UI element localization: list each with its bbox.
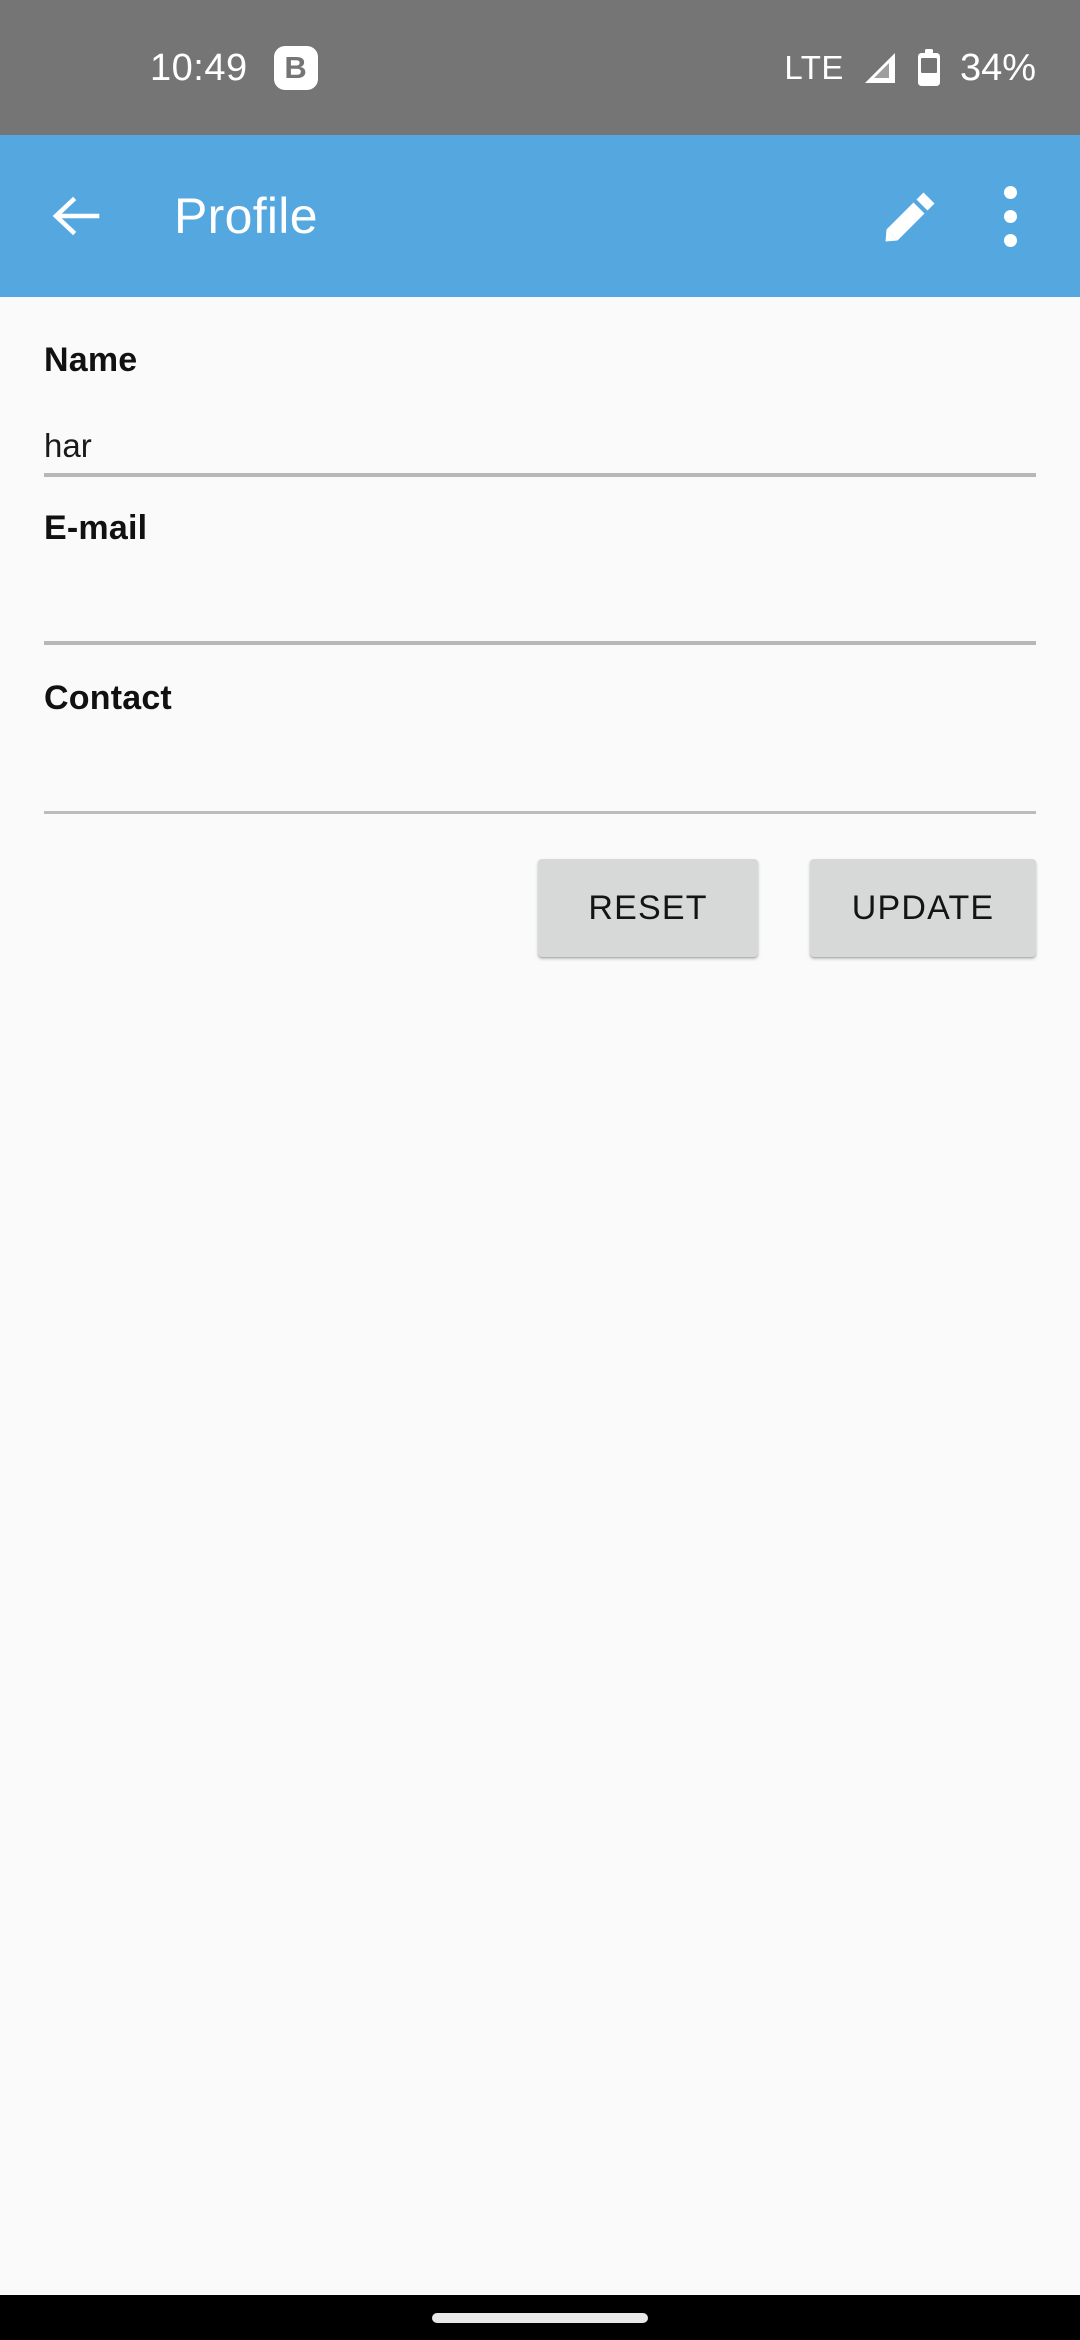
profile-form: Name E-mail Contact RESET <box>0 297 1080 2295</box>
spacer-email-contact <box>44 645 1036 681</box>
reset-button[interactable]: RESET <box>538 859 758 957</box>
field-contact-value-wrap[interactable] <box>44 715 1036 811</box>
field-name-underline <box>44 473 1036 477</box>
network-type-label: LTE <box>784 49 844 86</box>
field-contact-label: Contact <box>44 679 172 717</box>
field-email: E-mail <box>44 511 1036 645</box>
pencil-icon <box>880 186 940 246</box>
gesture-home-pill[interactable] <box>432 2312 648 2323</box>
status-bar-left: 10:49 B <box>150 45 318 90</box>
app-bar-actions <box>874 180 1046 252</box>
phone-screen: 10:49 B LTE 34% Profile Name har E-mail … <box>0 0 1080 2340</box>
field-email-value-wrap[interactable] <box>44 545 1036 641</box>
email-input[interactable] <box>44 595 1036 641</box>
name-input[interactable] <box>44 427 1036 473</box>
status-bar-right: LTE 34% <box>784 46 1036 89</box>
form-action-row: RESET UPDATE <box>44 859 1036 957</box>
page-title: Profile <box>174 188 318 244</box>
field-name-value-wrap[interactable] <box>44 377 1036 473</box>
back-button[interactable] <box>44 185 106 247</box>
update-button[interactable]: UPDATE <box>810 859 1036 957</box>
field-name: Name <box>44 343 1036 477</box>
app-bar: Profile <box>0 135 1080 297</box>
field-name-label: Name <box>44 341 138 379</box>
edit-button[interactable] <box>874 180 946 252</box>
status-bar: 10:49 B LTE 34% <box>0 0 1080 135</box>
notification-app-badge-icon: B <box>273 45 318 90</box>
battery-percent-label: 34% <box>959 46 1036 89</box>
field-contact-underline <box>44 811 1036 814</box>
field-email-underline <box>44 641 1036 645</box>
status-bar-clock: 10:49 <box>150 46 248 89</box>
contact-input[interactable] <box>44 765 1036 811</box>
battery-icon <box>916 48 942 87</box>
back-arrow-icon <box>49 190 101 242</box>
field-email-label: E-mail <box>44 509 148 547</box>
spacer-name-email <box>44 477 1036 511</box>
system-navigation-bar <box>0 2295 1080 2340</box>
field-contact: Contact <box>44 681 1036 814</box>
more-vertical-icon <box>1003 185 1017 247</box>
overflow-menu-button[interactable] <box>974 180 1046 252</box>
signal-icon <box>862 50 898 86</box>
